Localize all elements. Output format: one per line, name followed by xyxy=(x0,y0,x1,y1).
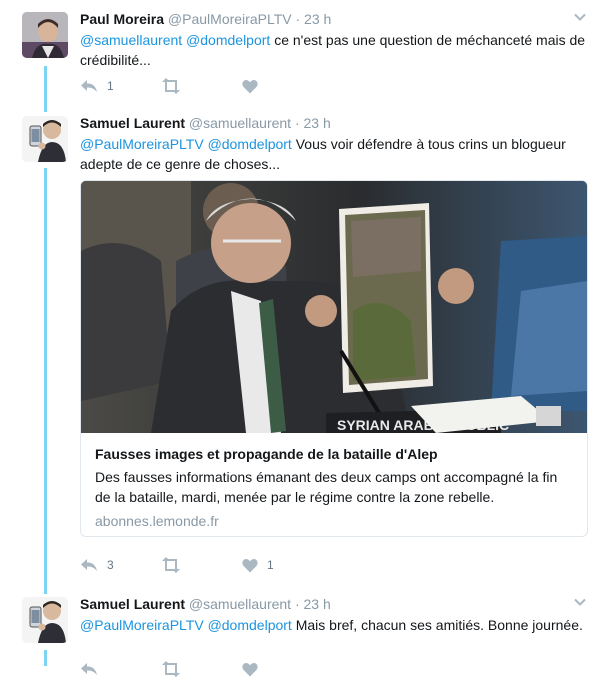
card-title[interactable]: Fausses images et propagande de la batai… xyxy=(95,445,575,463)
author-handle[interactable]: @PaulMoreiraPLTV xyxy=(168,11,292,27)
author-handle[interactable]: @samuellaurent xyxy=(189,115,291,131)
reply-button[interactable]: 1 xyxy=(80,77,114,95)
like-button[interactable] xyxy=(242,77,258,95)
author-name[interactable]: Samuel Laurent xyxy=(80,115,185,131)
chevron-down-icon[interactable] xyxy=(573,595,587,609)
avatar[interactable] xyxy=(22,597,68,643)
heart-icon xyxy=(242,662,258,676)
like-count: 1 xyxy=(267,558,274,572)
tweet-samuel-laurent-1[interactable]: Samuel Laurent @samuellaurent · 23 h @Pa… xyxy=(0,114,605,584)
card-image[interactable]: SYRIAN ARAB REPUBLIC xyxy=(81,181,587,433)
like-button[interactable]: 1 xyxy=(242,556,274,574)
reply-button[interactable] xyxy=(80,660,98,678)
like-button[interactable] xyxy=(242,660,258,678)
card-domain[interactable]: abonnes.lemonde.fr xyxy=(95,512,575,530)
retweet-icon xyxy=(162,661,180,677)
mention[interactable]: @domdelport xyxy=(208,136,292,152)
author-name[interactable]: Samuel Laurent xyxy=(80,596,185,612)
mention[interactable]: @PaulMoreiraPLTV xyxy=(80,617,204,633)
timestamp[interactable]: · 23 h xyxy=(295,115,331,131)
tweet-text: @samuellaurent @domdelport ce n'est pas … xyxy=(80,30,587,70)
reply-count: 1 xyxy=(107,79,114,93)
card-description: Des fausses informations émanant des deu… xyxy=(95,469,558,505)
retweet-icon xyxy=(162,557,180,573)
heart-icon xyxy=(242,79,258,93)
author-handle[interactable]: @samuellaurent xyxy=(189,596,291,612)
reply-icon xyxy=(81,559,97,571)
avatar[interactable] xyxy=(22,116,68,162)
retweet-button[interactable] xyxy=(161,556,181,574)
tweet-text-line: Mais bref, chacun ses amitiés. Bonne jou… xyxy=(295,617,583,633)
mention[interactable]: @samuellaurent xyxy=(80,32,182,48)
retweet-icon xyxy=(162,78,180,94)
tweet-text: @PaulMoreiraPLTV @domdelport Vous voir d… xyxy=(80,134,587,174)
reply-button[interactable]: 3 xyxy=(80,556,114,574)
chevron-down-icon[interactable] xyxy=(573,10,587,24)
reply-count: 3 xyxy=(107,558,114,572)
tweet-samuel-laurent-2[interactable]: Samuel Laurent @samuellaurent · 23 h @Pa… xyxy=(0,595,605,677)
tweet-paul-moreira[interactable]: Paul Moreira @PaulMoreiraPLTV · 23 h @sa… xyxy=(0,10,605,100)
reply-icon xyxy=(81,663,97,675)
retweet-button[interactable] xyxy=(161,660,181,678)
author-name[interactable]: Paul Moreira xyxy=(80,11,164,27)
reply-icon xyxy=(81,80,97,92)
retweet-button[interactable] xyxy=(161,77,181,95)
link-card[interactable]: SYRIAN ARAB REPUBLIC Fausses images et p… xyxy=(80,180,588,537)
timestamp[interactable]: · 23 h xyxy=(295,596,331,612)
heart-icon xyxy=(242,558,258,572)
avatar[interactable] xyxy=(22,12,68,58)
mention[interactable]: @PaulMoreiraPLTV xyxy=(80,136,204,152)
card-body: Fausses images et propagande de la batai… xyxy=(95,445,575,530)
mention[interactable]: @domdelport xyxy=(186,32,270,48)
timestamp[interactable]: · 23 h xyxy=(295,11,331,27)
mention[interactable]: @domdelport xyxy=(208,617,292,633)
tweet-text: @PaulMoreiraPLTV @domdelport Mais bref, … xyxy=(80,615,587,635)
